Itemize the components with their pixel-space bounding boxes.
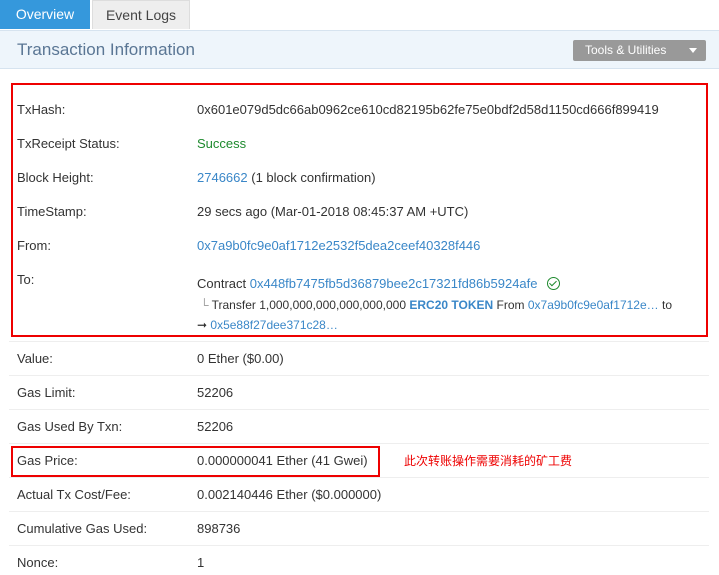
highlight-box-gas-price xyxy=(11,446,380,477)
nonce-value: 1 xyxy=(197,555,205,570)
tx-cost-label: Actual Tx Cost/Fee: xyxy=(17,487,131,502)
annotation-note: 此次转账操作需要消耗的矿工费 xyxy=(404,454,573,468)
value-value: 0 Ether ($0.00) xyxy=(197,351,284,366)
cumulative-gas-label: Cumulative Gas Used: xyxy=(17,521,148,536)
highlight-box-transaction xyxy=(11,83,708,337)
tab-event-logs[interactable]: Event Logs xyxy=(92,0,190,29)
gas-limit-label: Gas Limit: xyxy=(17,385,76,400)
nonce-label: Nonce: xyxy=(17,555,59,570)
gas-used-label: Gas Used By Txn: xyxy=(17,419,123,434)
page-title: Transaction Information xyxy=(17,40,195,59)
divider xyxy=(9,409,709,410)
divider xyxy=(9,511,709,512)
divider xyxy=(9,341,709,342)
value-label: Value: xyxy=(17,351,53,366)
gas-limit-value: 52206 xyxy=(197,385,234,400)
cumulative-gas-value: 898736 xyxy=(197,521,241,536)
tx-cost-value: 0.002140446 Ether ($0.000000) xyxy=(197,487,382,502)
tools-utilities-button[interactable]: Tools & Utilities xyxy=(573,40,706,61)
tab-overview[interactable]: Overview xyxy=(0,0,90,29)
gas-used-value: 52206 xyxy=(197,419,234,434)
divider xyxy=(9,443,709,444)
tools-utilities-label: Tools & Utilities xyxy=(585,43,667,57)
caret-down-icon xyxy=(689,48,697,53)
tab-bar: Overview Event Logs xyxy=(0,0,719,31)
divider xyxy=(9,375,709,376)
divider xyxy=(9,545,709,546)
divider xyxy=(9,477,709,478)
